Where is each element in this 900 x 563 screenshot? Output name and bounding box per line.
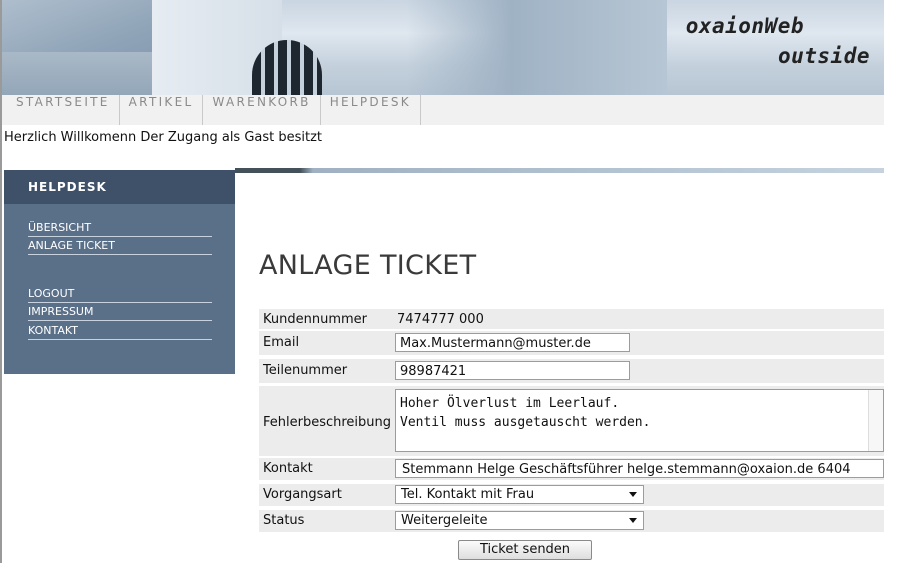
- row-email: Email Max.Mustermann@muster.de: [259, 331, 884, 355]
- welcome-text: Herzlich Willkomenn Der Zugang als Gast …: [4, 130, 323, 145]
- row-status: Status Weitergeleite: [259, 510, 884, 532]
- top-nav: STARTSEITE ARTIKEL WARENKORB HELPDESK: [2, 95, 884, 125]
- header-banner: oxaionWeb outside: [2, 0, 884, 95]
- row-fehlerbeschreibung: Fehlerbeschreibung Hoher Ölverlust im Le…: [259, 386, 884, 456]
- vorgangsart-select[interactable]: Tel. Kontakt mit Frau: [395, 485, 644, 504]
- nav-warenkorb[interactable]: WARENKORB: [203, 95, 321, 125]
- label-vorgangsart: Vorgangsart: [263, 487, 342, 502]
- status-selected: Weitergeleite: [401, 513, 488, 528]
- label-email: Email: [263, 335, 300, 350]
- nav-artikel[interactable]: ARTIKEL: [120, 95, 204, 125]
- row-teilenummer: Teilenummer 98987421: [259, 359, 884, 383]
- sidebar-item-anlage-ticket[interactable]: ANLAGE TICKET: [28, 238, 212, 255]
- ticket-senden-button[interactable]: Ticket senden: [458, 540, 592, 560]
- banner-strip: [235, 168, 884, 173]
- sidebar-item-impressum[interactable]: IMPRESSUM: [28, 304, 212, 321]
- textarea-scrollbar[interactable]: [868, 390, 883, 451]
- sidebar-title: HELPDESK: [4, 170, 235, 204]
- vorgangsart-selected: Tel. Kontakt mit Frau: [401, 487, 535, 502]
- label-kontakt: Kontakt: [263, 461, 313, 476]
- kontakt-field[interactable]: Stemmann Helge Geschäftsführer helge.ste…: [395, 459, 884, 478]
- label-teilenummer: Teilenummer: [263, 363, 348, 378]
- banner-image-arch: [252, 40, 322, 95]
- teilenummer-field[interactable]: 98987421: [395, 361, 630, 380]
- fehler-line-2: Ventil muss ausgetauscht werden.: [400, 415, 651, 430]
- sidebar-item-logout[interactable]: LOGOUT: [28, 286, 212, 303]
- banner-image-water: [407, 0, 667, 95]
- chevron-down-icon: [629, 518, 637, 523]
- sidebar-item-kontakt[interactable]: KONTAKT: [28, 323, 212, 340]
- fehler-line-1: Hoher Ölverlust im Leerlauf.: [400, 396, 620, 411]
- label-fehlerbeschreibung: Fehlerbeschreibung: [263, 415, 392, 430]
- brand-logo-line1: oxaionWeb: [685, 14, 804, 38]
- email-field[interactable]: Max.Mustermann@muster.de: [395, 333, 630, 352]
- brand-logo-line2: outside: [777, 44, 870, 68]
- value-kundennummer: 7474777 000: [397, 312, 484, 327]
- row-kundennummer: Kundennummer 7474777 000: [259, 309, 884, 329]
- row-kontakt: Kontakt Stemmann Helge Geschäftsführer h…: [259, 458, 884, 480]
- label-status: Status: [263, 513, 305, 528]
- nav-helpdesk[interactable]: HELPDESK: [321, 95, 421, 125]
- status-select[interactable]: Weitergeleite: [395, 511, 644, 530]
- sidebar-item-uebersicht[interactable]: ÜBERSICHT: [28, 220, 212, 237]
- page-title: ANLAGE TICKET: [259, 250, 477, 281]
- fehlerbeschreibung-textarea[interactable]: Hoher Ölverlust im Leerlauf. Ventil muss…: [395, 389, 884, 452]
- row-vorgangsart: Vorgangsart Tel. Kontakt mit Frau: [259, 484, 884, 506]
- chevron-down-icon: [629, 492, 637, 497]
- sidebar: HELPDESK ÜBERSICHT ANLAGE TICKET LOGOUT …: [4, 170, 235, 374]
- nav-startseite[interactable]: STARTSEITE: [2, 95, 120, 125]
- label-kundennummer: Kundennummer: [263, 312, 367, 327]
